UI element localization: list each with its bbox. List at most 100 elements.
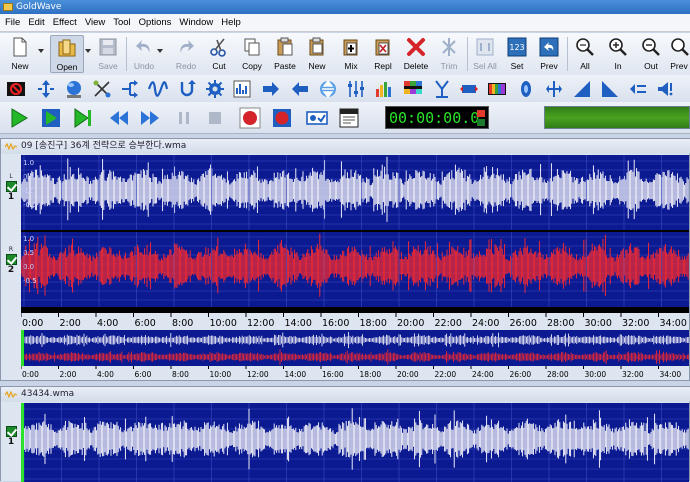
save-button[interactable]: Save bbox=[94, 35, 122, 73]
equalizer-sheet-icon[interactable] bbox=[232, 79, 252, 99]
sound-window-1[interactable]: 09 [송진구] 36계 전략으로 승부한다.wma L 1 R 2 1.0 0.… bbox=[0, 138, 690, 381]
spectrum-bars-icon[interactable] bbox=[374, 79, 394, 99]
menu-edit[interactable]: Edit bbox=[24, 14, 48, 32]
paste-new-button[interactable]: New bbox=[303, 35, 331, 73]
replace-button[interactable]: Repl bbox=[369, 35, 397, 73]
zoom-in-button[interactable]: In bbox=[604, 35, 632, 73]
waveform-display-2[interactable] bbox=[21, 403, 689, 482]
fast-forward-icon[interactable] bbox=[139, 107, 161, 129]
channel-route-icon[interactable] bbox=[120, 79, 140, 99]
loop-back-icon[interactable] bbox=[177, 79, 197, 99]
overview-timeline[interactable]: 0:00 2:00 4:00 6:00 8:00 10:00 12:00 14:00 16:00… bbox=[21, 366, 689, 380]
paste-button[interactable]: Paste bbox=[271, 35, 299, 73]
copy-button[interactable]: Copy bbox=[238, 35, 266, 73]
device-controls-icon[interactable] bbox=[306, 107, 328, 129]
undo-dropdown-arrow[interactable] bbox=[157, 49, 163, 53]
overview-tick-label: 4:00 bbox=[97, 370, 114, 379]
menu-tool[interactable]: Tool bbox=[109, 14, 134, 32]
overview-tick-label: 22:00 bbox=[435, 370, 457, 379]
stop-sign-icon[interactable] bbox=[6, 79, 26, 99]
mix-button[interactable]: Mix bbox=[337, 35, 365, 73]
menu-effect[interactable]: Effect bbox=[49, 14, 81, 32]
globe-icon[interactable] bbox=[64, 79, 84, 99]
resize-arrows-icon[interactable] bbox=[36, 79, 56, 99]
amplitude-tick-label: -0.5 bbox=[23, 277, 37, 285]
zoom-all-button[interactable]: All bbox=[571, 35, 599, 73]
rainbow-meter-icon[interactable] bbox=[487, 79, 507, 99]
speaker-volume-icon[interactable] bbox=[516, 79, 536, 99]
paste-new-icon bbox=[309, 37, 324, 56]
delete-button[interactable]: Delete bbox=[401, 35, 431, 73]
waveform-window-icon bbox=[5, 391, 17, 398]
doppler-wave-icon[interactable] bbox=[148, 79, 168, 99]
zoom-previous-button[interactable]: Prev bbox=[668, 35, 690, 73]
up-down-arrows-icon[interactable] bbox=[318, 79, 338, 99]
play-to-end-icon[interactable] bbox=[72, 107, 94, 129]
timeline-tick-label: 28:00 bbox=[547, 318, 574, 329]
right-channel-control[interactable]: R 2 bbox=[3, 246, 19, 275]
overview-tick-label: 26:00 bbox=[510, 370, 532, 379]
overview-tick-label: 0:00 bbox=[22, 370, 39, 379]
menu-view[interactable]: View bbox=[81, 14, 109, 32]
sound-window-2-titlebar[interactable]: 43434.wma bbox=[1, 387, 690, 402]
fade-in-icon[interactable] bbox=[572, 79, 592, 99]
new-file-icon bbox=[13, 37, 27, 57]
stop-icon[interactable] bbox=[204, 107, 226, 129]
back-arrow-icon[interactable] bbox=[290, 79, 310, 99]
open-dropdown-arrow[interactable] bbox=[85, 49, 91, 53]
gear-icon[interactable] bbox=[205, 79, 225, 99]
fade-out-icon[interactable] bbox=[600, 79, 620, 99]
sound-window-2[interactable]: 43434.wma 1 bbox=[0, 386, 690, 482]
play-icon[interactable] bbox=[8, 107, 30, 129]
pan-balance-icon[interactable] bbox=[544, 79, 564, 99]
left-channel-control[interactable]: L 1 bbox=[3, 173, 19, 202]
previous-selection-button[interactable]: Prev bbox=[535, 35, 563, 73]
delete-x-icon bbox=[407, 38, 425, 56]
cleaner-tool-icon[interactable] bbox=[92, 79, 112, 99]
merge-arrows-icon[interactable] bbox=[432, 79, 452, 99]
menu-window[interactable]: Window bbox=[175, 14, 217, 32]
record-icon[interactable] bbox=[239, 107, 261, 129]
timeline-tick-label: 16:00 bbox=[322, 318, 349, 329]
channel-swap-icon[interactable] bbox=[459, 79, 479, 99]
select-all-button[interactable]: Sel All bbox=[471, 35, 499, 73]
right-channel-checkbox[interactable] bbox=[5, 254, 17, 265]
sound-window-2-title: 43434.wma bbox=[21, 389, 75, 399]
channel-1-control[interactable]: 1 bbox=[3, 425, 19, 447]
forward-arrow-icon[interactable] bbox=[261, 79, 281, 99]
pause-icon[interactable] bbox=[173, 107, 195, 129]
record-selection-icon[interactable] bbox=[271, 107, 293, 129]
zoom-out-button[interactable]: Out bbox=[637, 35, 665, 73]
sound-window-1-titlebar[interactable]: 09 [송진구] 36계 전략으로 승부한다.wma bbox=[1, 139, 690, 154]
color-grid-icon[interactable] bbox=[403, 79, 423, 99]
new-button[interactable]: New bbox=[6, 35, 34, 73]
channel-1-checkbox[interactable] bbox=[5, 426, 17, 437]
volume-change-icon[interactable] bbox=[656, 79, 676, 99]
cut-button[interactable]: Cut bbox=[205, 35, 233, 73]
open-button[interactable]: Open bbox=[50, 35, 84, 73]
amplitude-tick-label: 0.0 bbox=[23, 263, 34, 271]
set-selection-button[interactable]: 123 Set bbox=[503, 35, 531, 73]
waveform-display[interactable]: 1.0 0.5 0.0 -0.5 1.0 0.5 0.0 -0.5 bbox=[21, 155, 689, 307]
paste-icon bbox=[277, 37, 293, 56]
overview-waveform[interactable] bbox=[21, 330, 689, 366]
level-arrows-icon[interactable] bbox=[628, 79, 648, 99]
redo-button[interactable]: Redo bbox=[172, 35, 200, 73]
rewind-icon[interactable] bbox=[108, 107, 130, 129]
new-dropdown-arrow[interactable] bbox=[38, 49, 44, 53]
menu-file[interactable]: File bbox=[0, 14, 24, 32]
left-channel-checkbox[interactable] bbox=[5, 181, 17, 192]
trim-button[interactable]: Trim bbox=[435, 35, 463, 73]
timeline-ruler[interactable]: 0:00 2:00 4:00 6:00 8:00 10:00 12:00 14:00 16:00… bbox=[21, 307, 689, 329]
menu-bar: File Edit Effect View Tool Options Windo… bbox=[0, 14, 690, 32]
main-toolbar: New Open Save Undo Redo Cut Copy Paste N… bbox=[0, 33, 690, 75]
play-selection-icon[interactable] bbox=[40, 107, 62, 129]
undo-button[interactable]: Undo bbox=[130, 35, 158, 73]
overview-tick-label: 34:00 bbox=[660, 370, 682, 379]
menu-options[interactable]: Options bbox=[135, 14, 176, 32]
menu-help[interactable]: Help bbox=[217, 14, 245, 32]
overview-tick-label: 12:00 bbox=[247, 370, 269, 379]
zoom-in-icon bbox=[609, 38, 627, 56]
sliders-icon[interactable] bbox=[346, 79, 366, 99]
control-properties-icon[interactable] bbox=[338, 107, 360, 129]
